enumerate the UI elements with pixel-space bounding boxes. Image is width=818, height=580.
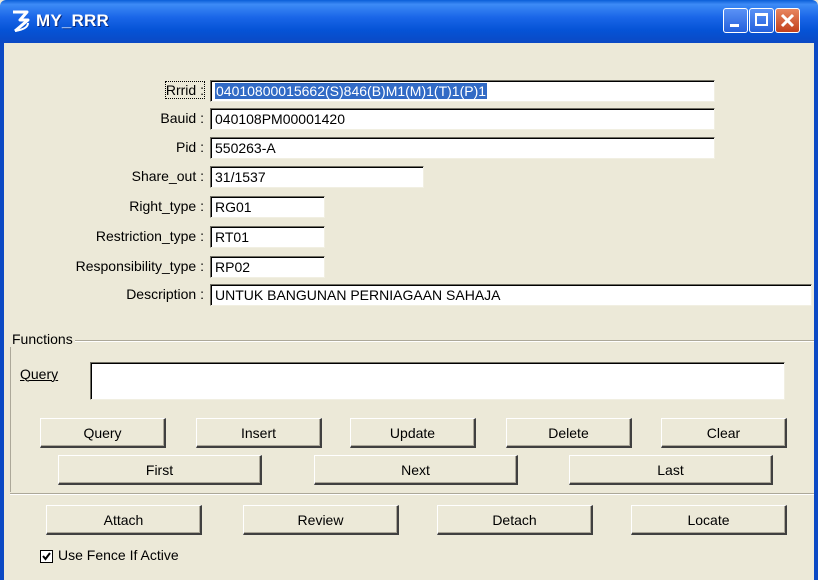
last-button[interactable]: Last (569, 455, 773, 485)
first-button[interactable]: First (58, 455, 262, 485)
locate-button[interactable]: Locate (631, 505, 787, 535)
use-fence-label[interactable]: Use Fence If Active (58, 547, 179, 563)
button-label: Clear (706, 424, 741, 441)
description-label: Description : (126, 286, 204, 302)
bauid-field[interactable]: 040108PM00001420 (210, 108, 715, 130)
clear-button[interactable]: Clear (661, 418, 787, 448)
bauid-label: Bauid : (160, 110, 204, 126)
pid-field[interactable]: 550263-A (210, 137, 715, 159)
delete-button[interactable]: Delete (506, 418, 632, 448)
attach-button[interactable]: Attach (46, 505, 202, 535)
rrrid-label: Rrrid : (164, 81, 206, 99)
button-label: First (145, 461, 174, 478)
checkmark-icon (42, 552, 51, 561)
responsibility-type-field[interactable]: RP02 (210, 256, 325, 278)
restriction-type-label: Restriction_type : (95, 228, 204, 244)
title-bar[interactable]: MY_RRR (0, 0, 818, 43)
right-type-field[interactable]: RG01 (210, 196, 325, 218)
minimize-button[interactable] (723, 8, 748, 33)
window-title: MY_RRR (36, 11, 109, 30)
share-out-label: Share_out : (131, 168, 204, 184)
button-label: Next (401, 461, 430, 478)
maximize-button[interactable] (749, 8, 774, 33)
restriction-type-field[interactable]: RT01 (210, 226, 325, 248)
share-out-field[interactable]: 31/1537 (210, 166, 424, 188)
pid-label: Pid : (175, 139, 204, 155)
app-logo-icon (13, 10, 30, 33)
minimize-icon (730, 24, 739, 27)
rrrid-value: 04010800015662(S)846(B)M1(M)1(T)1(P)1 (215, 83, 488, 99)
query-input[interactable] (90, 362, 785, 400)
button-label: Insert (240, 424, 276, 441)
maximize-icon (755, 13, 768, 26)
button-label: Update (389, 424, 436, 441)
functions-group-label: Functions (10, 331, 75, 347)
next-button[interactable]: Next (314, 455, 518, 485)
button-label: Delete (548, 424, 589, 441)
window-frame-right (814, 43, 818, 580)
responsibility-type-label: Responsibility_type : (75, 258, 204, 274)
button-label: Last (657, 461, 684, 478)
button-label: Detach (492, 511, 537, 528)
window-frame-left (0, 43, 4, 580)
button-label: Review (297, 511, 344, 528)
description-field[interactable]: UNTUK BANGUNAN PERNIAGAAN SAHAJA (210, 284, 812, 306)
detach-button[interactable]: Detach (437, 505, 593, 535)
query-label: Query (20, 366, 59, 382)
update-button[interactable]: Update (350, 418, 476, 448)
close-button[interactable] (775, 8, 800, 33)
insert-button[interactable]: Insert (196, 418, 322, 448)
button-label: Query (83, 424, 122, 441)
right-type-label: Right_type : (129, 198, 204, 214)
review-button[interactable]: Review (243, 505, 399, 535)
separator (10, 493, 814, 495)
use-fence-checkbox[interactable] (40, 550, 53, 563)
query-button[interactable]: Query (40, 418, 166, 448)
functions-group-left-border (10, 340, 11, 492)
button-label: Locate (687, 511, 730, 528)
button-label: Attach (103, 511, 144, 528)
functions-group-border (10, 340, 814, 342)
rrrid-field[interactable]: 04010800015662(S)846(B)M1(M)1(T)1(P)1 (210, 80, 715, 102)
close-icon (780, 13, 795, 28)
